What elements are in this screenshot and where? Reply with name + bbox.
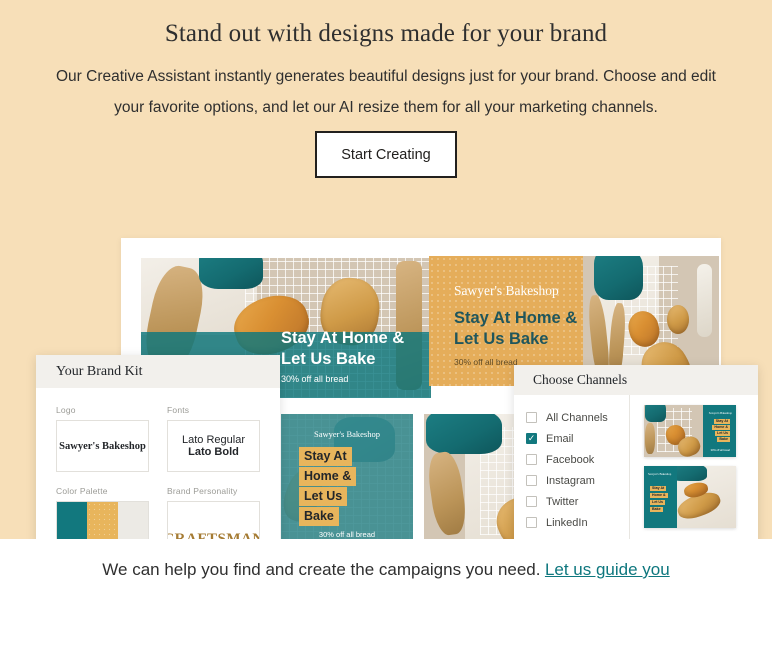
tile-headline-line2: Let Us Bake: [454, 330, 549, 349]
channel-option-all-channels[interactable]: All Channels: [526, 407, 629, 428]
brand-kit-panel: Your Brand Kit Logo Sawyer's Bakeshop Fo…: [36, 355, 280, 539]
checkbox-checked-icon[interactable]: ✓: [526, 433, 537, 444]
badge-line: Bake: [299, 507, 339, 526]
channel-label: All Channels: [546, 411, 608, 424]
palette-label: Color Palette: [56, 486, 108, 496]
promo-page: Stand out with designs made for your bra…: [0, 0, 772, 651]
footer-text: We can help you find and create the camp…: [102, 560, 541, 579]
preview-badge: Stay At: [650, 486, 667, 491]
hero-subtitle: Our Creative Assistant instantly generat…: [56, 68, 716, 116]
palette-swatches[interactable]: [56, 501, 149, 539]
badge-line: Let Us: [299, 487, 348, 506]
channels-title: Choose Channels: [533, 372, 628, 387]
checkmark-icon: ✓: [527, 433, 536, 443]
channel-label: Twitter: [546, 495, 579, 508]
tile-headline: Stay At Home & Let Us Bake: [454, 308, 577, 351]
brand-kit-row-top: Logo Sawyer's Bakeshop Fonts Lato Regula…: [56, 405, 260, 472]
let-us-guide-you-link[interactable]: Let us guide you: [545, 560, 670, 579]
checkbox-icon[interactable]: [526, 454, 537, 465]
logo-field[interactable]: Logo Sawyer's Bakeshop: [56, 405, 149, 472]
checkbox-icon[interactable]: [526, 496, 537, 507]
channel-label: Email: [546, 432, 574, 445]
brand-personality-field[interactable]: Brand Personality CRAFTSMAN: [167, 486, 260, 539]
channel-label: Instagram: [546, 474, 595, 487]
channel-option-instagram[interactable]: Instagram: [526, 470, 629, 491]
font-regular-value: Lato Regular: [182, 434, 245, 446]
fonts-box[interactable]: Lato Regular Lato Bold: [167, 420, 260, 472]
preview-badge: Stay At: [713, 419, 730, 424]
swatch-gold[interactable]: [87, 502, 118, 539]
channels-list: All Channels ✓ Email Facebook Instagram …: [514, 395, 630, 539]
badge-line: Stay At: [299, 447, 352, 466]
color-palette-field[interactable]: Color Palette: [56, 486, 149, 539]
swatch-teal[interactable]: [57, 502, 88, 539]
logo-label: Logo: [56, 405, 76, 415]
footer: We can help you find and create the camp…: [0, 560, 772, 580]
tile-brand-logo: Sawyer's Bakeshop: [454, 283, 559, 298]
preview-badge: Home &: [650, 493, 668, 498]
preview-badge: Bake: [650, 507, 663, 512]
preview-badge: Bake: [717, 437, 730, 442]
channel-option-twitter[interactable]: Twitter: [526, 491, 629, 512]
page-title: Stand out with designs made for your bra…: [164, 20, 608, 47]
channels-header: Choose Channels: [514, 365, 758, 395]
font-bold-value: Lato Bold: [188, 446, 239, 458]
preview-thumbnail-landscape[interactable]: Sawyer's Bakeshop Stay At Home & Let Us …: [644, 405, 736, 457]
channel-option-email[interactable]: ✓ Email: [526, 428, 629, 449]
checkbox-icon[interactable]: [526, 412, 537, 423]
brand-kit-body: Logo Sawyer's Bakeshop Fonts Lato Regula…: [36, 388, 280, 539]
logo-value: Sawyer's Bakeshop: [59, 440, 146, 452]
design-tile-square[interactable]: Sawyer's Bakeshop Stay At Home & Let Us …: [281, 414, 413, 539]
preview-brand-logo: Sawyer's Bakeshop: [648, 472, 672, 476]
brand-kit-header: Your Brand Kit: [36, 355, 280, 388]
preview-badge: Let Us: [715, 431, 730, 436]
preview-badge: Home &: [712, 425, 730, 430]
tile-offer: 30% off all bread: [318, 530, 376, 539]
channel-label: LinkedIn: [546, 516, 588, 529]
tile-headline-line1: Stay At Home &: [454, 309, 578, 327]
personality-label: Brand Personality: [167, 486, 238, 496]
channel-label: Facebook: [546, 453, 595, 466]
logo-box[interactable]: Sawyer's Bakeshop: [56, 420, 149, 472]
swatch-offwhite[interactable]: [117, 502, 148, 539]
channel-option-facebook[interactable]: Facebook: [526, 449, 629, 470]
checkbox-icon[interactable]: [526, 517, 537, 528]
channel-previews: Sawyer's Bakeshop Stay At Home & Let Us …: [630, 395, 758, 539]
preview-brand-logo: Sawyer's Bakeshop: [708, 411, 732, 415]
brand-kit-row-bottom: Color Palette Brand Personality CRAFTSMA…: [56, 486, 260, 539]
cta-container: Start Creating: [0, 131, 772, 178]
fonts-label: Fonts: [167, 405, 190, 415]
preview-badge: Let Us: [650, 500, 665, 505]
preview-thumbnail-portrait[interactable]: Sawyer's Bakeshop Stay At Home & Let Us …: [644, 466, 736, 528]
fonts-field[interactable]: Fonts Lato Regular Lato Bold: [167, 405, 260, 472]
tile-offer: 30% off all bread: [454, 357, 518, 367]
hero-section: Stand out with designs made for your bra…: [0, 0, 772, 539]
brand-kit-title: Your Brand Kit: [56, 363, 143, 379]
personality-box[interactable]: CRAFTSMAN: [167, 501, 260, 539]
choose-channels-panel: Choose Channels All Channels ✓ Email Fac…: [514, 365, 758, 539]
channels-body: All Channels ✓ Email Facebook Instagram …: [514, 395, 758, 539]
channel-option-linkedin[interactable]: LinkedIn: [526, 512, 629, 533]
checkbox-icon[interactable]: [526, 475, 537, 486]
preview-offer: 30% off all bread: [710, 449, 730, 452]
badge-line: Home &: [299, 467, 357, 486]
badge-stack: Stay At Home & Let Us Bake: [299, 447, 357, 527]
start-creating-button[interactable]: Start Creating: [315, 131, 457, 178]
personality-value: CRAFTSMAN: [167, 531, 260, 539]
tile-brand-logo: Sawyer's Bakeshop: [314, 429, 380, 439]
